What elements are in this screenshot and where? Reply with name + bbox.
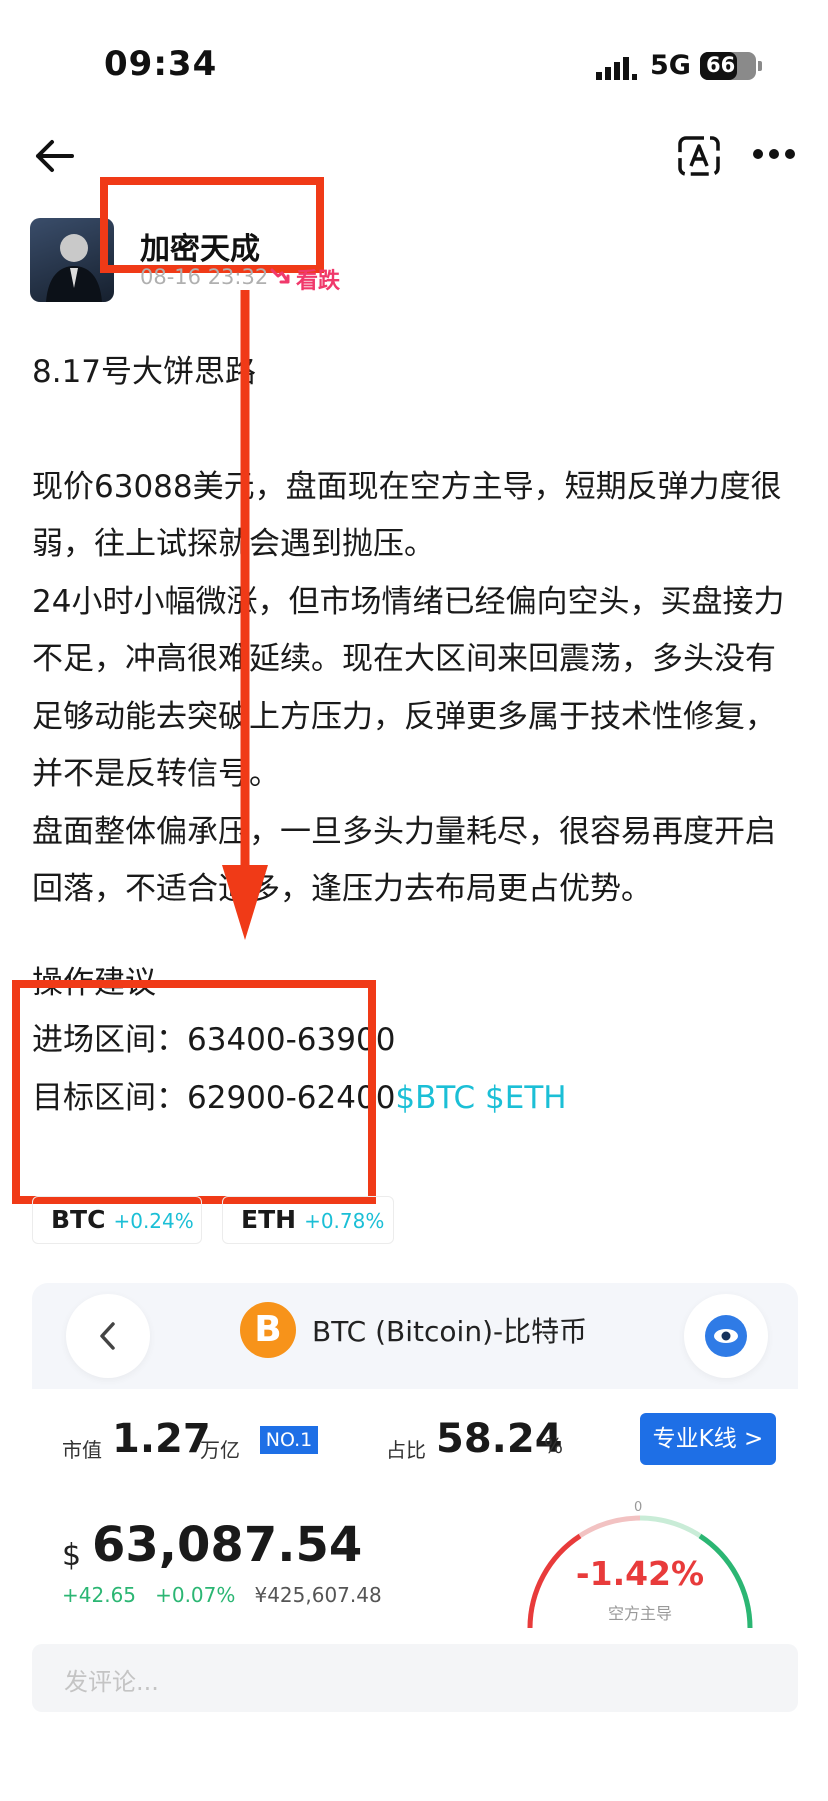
trend-down-icon [270,268,290,284]
share-label: 占比 [386,1438,426,1462]
bitcoin-logo-icon: B [240,1302,296,1358]
battery-cap [758,61,762,71]
tag-eth[interactable]: $ETH [485,1080,567,1116]
more-icon[interactable] [752,146,796,162]
gauge-value: -1.42% [575,1554,705,1593]
currency-symbol: $ [62,1538,82,1573]
chevron-left-icon [100,1322,115,1350]
author-name[interactable]: 加密天成 [140,224,260,268]
translate-icon[interactable] [676,134,722,178]
pro-kline-button[interactable]: 专业K线 > [640,1413,776,1465]
market-cap-label: 市值 [62,1438,102,1462]
coin-symbol: ETH [241,1205,297,1234]
price-cny: ¥425,607.48 [254,1583,382,1607]
post-paragraph: 盘面整体偏承压，一旦多头力量耗尽，很容易再度开启回落，不适合追多，逢压力去布局更… [32,813,776,908]
coin-change: +0.24% [113,1209,194,1233]
change-abs: +42.65 [62,1583,137,1607]
network-type: 5G [650,50,691,81]
battery-level: 66 [706,53,736,77]
signal-icon [596,57,637,80]
change-pct: +0.07% [155,1583,236,1607]
sentiment-badge: 看跌 [296,269,341,294]
coin-change: +0.78% [304,1209,385,1233]
coin-symbol: BTC [51,1205,106,1234]
rank-badge: NO.1 [260,1426,318,1454]
share-unit: % [544,1434,564,1458]
arrow-left-icon[interactable] [34,138,74,174]
coin-chip-eth[interactable]: ETH +0.78% [222,1196,394,1244]
post-title: 8.17号大饼思路 [32,354,257,390]
status-time: 09:34 [104,44,218,84]
prev-coin-button[interactable] [66,1294,150,1378]
market-cap-unit: 万亿 [200,1438,240,1462]
highlight-box-advice [12,980,376,1204]
eye-button[interactable] [684,1294,768,1378]
post-paragraph: 现价63088美元，盘面现在空方主导，短期反弹力度很弱，往上试探就会遇到抛压。 [32,468,782,563]
annotation-arrow [222,290,268,940]
coin-card-title[interactable]: BTC (Bitcoin)-比特币 [312,1310,587,1350]
price-changes: +42.65 +0.07% ¥425,607.48 [62,1583,382,1607]
market-cap-value: 1.27 [112,1416,211,1462]
post-timestamp: 08-16 23:32 [140,265,269,289]
comment-placeholder: 发评论... [64,1668,159,1696]
battery-icon: 66 [700,52,756,80]
gauge-zero-label: 0 [634,1500,643,1515]
post-paragraph: 24小时小幅微涨，但市场情绪已经偏向空头，买盘接力不足，冲高很难延续。现在大区间… [32,583,785,793]
gauge-label: 空方主导 [607,1604,672,1623]
coin-price: 63,087.54 [92,1517,363,1573]
eye-icon [705,1315,747,1357]
coin-chip-btc[interactable]: BTC +0.24% [32,1196,202,1244]
tag-btc[interactable]: $BTC [395,1080,475,1116]
